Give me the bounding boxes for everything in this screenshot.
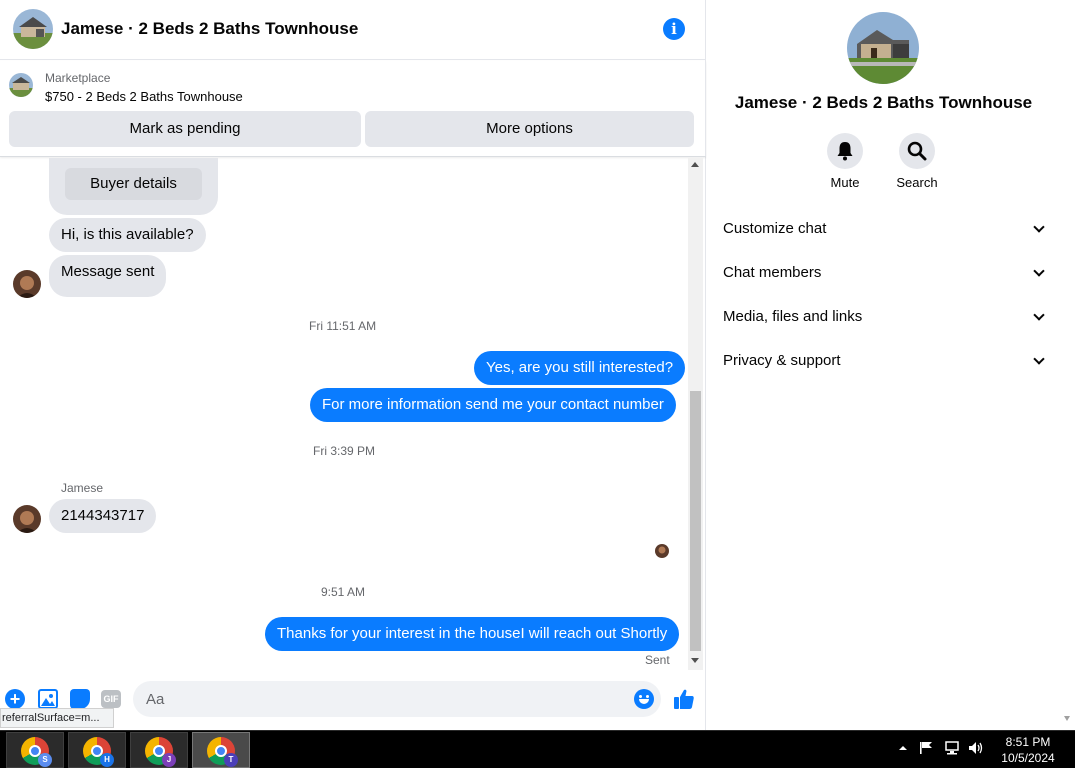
timestamp: 9:51 AM bbox=[321, 585, 366, 599]
section-chat-members[interactable]: Chat members bbox=[723, 264, 1045, 294]
search-action[interactable]: Search bbox=[887, 133, 947, 190]
message-list: Buyer details Hi, is this available? Mes… bbox=[0, 158, 688, 670]
message-input[interactable] bbox=[133, 681, 613, 717]
scroll-down-arrow-icon[interactable] bbox=[1064, 716, 1070, 721]
taskbar-chrome-window[interactable]: H bbox=[68, 732, 126, 768]
section-label: Privacy & support bbox=[723, 352, 841, 369]
taskbar: S H J T 8:51 PM 10/5/2024 bbox=[0, 730, 1075, 768]
clock-date: 10/5/2024 bbox=[1001, 751, 1055, 765]
url-status-tooltip: referralSurface=m... bbox=[0, 708, 114, 728]
show-hidden-icons-icon[interactable] bbox=[899, 741, 907, 756]
seen-indicator-avatar bbox=[655, 544, 669, 558]
profile-badge: J bbox=[162, 753, 176, 767]
section-media-files-links[interactable]: Media, files and links bbox=[723, 308, 1045, 338]
page-scrollbar[interactable] bbox=[1060, 0, 1075, 730]
message-bubble-outgoing: For more information send me your contac… bbox=[310, 388, 676, 422]
chevron-down-icon bbox=[1033, 265, 1045, 277]
message-scrollbar[interactable] bbox=[688, 158, 703, 670]
sent-status: Sent bbox=[645, 653, 670, 667]
section-customize-chat[interactable]: Customize chat bbox=[723, 220, 1045, 250]
message-bubble-outgoing: Yes, are you still interested? bbox=[474, 351, 686, 385]
chat-header: Jamese · 2 Beds 2 Baths Townhouse i bbox=[0, 0, 706, 60]
taskbar-chrome-window[interactable]: J bbox=[130, 732, 188, 768]
listing-thumbnail[interactable] bbox=[9, 73, 33, 97]
chrome-icon: H bbox=[83, 737, 114, 767]
system-clock[interactable]: 8:51 PM 10/5/2024 bbox=[995, 734, 1061, 766]
scroll-up-arrow-icon[interactable] bbox=[691, 162, 699, 167]
message-input-box[interactable] bbox=[133, 681, 661, 717]
gif-icon[interactable]: GIF bbox=[101, 690, 121, 708]
scroll-thumb[interactable] bbox=[690, 391, 701, 651]
timestamp: Fri 3:39 PM bbox=[313, 444, 376, 458]
message-bubble-incoming: Message sent bbox=[49, 255, 167, 297]
section-privacy-support[interactable]: Privacy & support bbox=[723, 352, 1045, 382]
mute-action[interactable]: Mute bbox=[815, 133, 875, 190]
photo-icon[interactable] bbox=[38, 689, 58, 709]
conversation-info-pane: Jamese · 2 Beds 2 Baths Townhouse Mute S… bbox=[707, 0, 1060, 730]
emoji-icon[interactable] bbox=[634, 689, 654, 709]
thumbs-up-icon[interactable] bbox=[673, 688, 695, 710]
listing-title[interactable]: $750 - 2 Beds 2 Baths Townhouse bbox=[45, 89, 243, 104]
timestamp: Fri 11:51 AM bbox=[309, 319, 377, 333]
chevron-down-icon bbox=[1033, 221, 1045, 233]
bell-icon[interactable] bbox=[827, 133, 863, 169]
plus-icon[interactable]: + bbox=[5, 689, 25, 709]
listing-profile-photo[interactable] bbox=[847, 12, 919, 84]
profile-badge: H bbox=[100, 753, 114, 767]
marketplace-bar: Marketplace $750 - 2 Beds 2 Baths Townho… bbox=[0, 61, 706, 157]
mute-label: Mute bbox=[830, 175, 860, 190]
section-label: Media, files and links bbox=[723, 308, 863, 325]
scroll-down-arrow-icon[interactable] bbox=[691, 658, 699, 663]
section-label: Chat members bbox=[723, 264, 822, 281]
volume-icon[interactable] bbox=[968, 741, 984, 758]
listing-avatar[interactable] bbox=[13, 9, 53, 49]
messenger-app: Jamese · 2 Beds 2 Baths Townhouse i Mark… bbox=[0, 0, 1075, 730]
message-bubble-outgoing: Thanks for your interest in the houseI w… bbox=[265, 617, 680, 651]
search-label: Search bbox=[896, 175, 938, 190]
buyer-details-button[interactable]: Buyer details bbox=[65, 168, 202, 200]
buyer-card: Buyer details bbox=[49, 158, 218, 215]
contact-avatar[interactable] bbox=[13, 270, 41, 298]
flag-icon[interactable] bbox=[919, 741, 933, 758]
mark-as-pending-button[interactable]: Mark as pending bbox=[9, 111, 361, 147]
sticker-icon[interactable] bbox=[70, 689, 90, 709]
info-icon[interactable]: i bbox=[663, 18, 685, 40]
chat-title[interactable]: Jamese · 2 Beds 2 Baths Townhouse bbox=[61, 19, 358, 39]
search-icon[interactable] bbox=[899, 133, 935, 169]
chevron-down-icon bbox=[1033, 309, 1045, 321]
network-icon[interactable] bbox=[944, 741, 960, 758]
taskbar-chrome-window[interactable]: S bbox=[6, 732, 64, 768]
message-bubble-incoming: 2144343717 bbox=[49, 499, 157, 533]
chat-pane: Jamese · 2 Beds 2 Baths Townhouse i Mark… bbox=[0, 0, 706, 730]
chrome-icon: T bbox=[207, 737, 238, 767]
clock-time: 8:51 PM bbox=[1005, 735, 1051, 749]
marketplace-label: Marketplace bbox=[45, 71, 111, 85]
chrome-icon: J bbox=[145, 737, 176, 767]
contact-avatar[interactable] bbox=[13, 505, 41, 533]
chevron-down-icon bbox=[1033, 353, 1045, 365]
section-label: Customize chat bbox=[723, 220, 827, 237]
pane-title: Jamese · 2 Beds 2 Baths Townhouse bbox=[734, 93, 1033, 112]
profile-badge: S bbox=[38, 753, 52, 767]
chrome-icon: S bbox=[21, 737, 52, 767]
taskbar-chrome-window-active[interactable]: T bbox=[192, 732, 250, 768]
sender-name: Jamese bbox=[61, 481, 104, 495]
profile-badge: T bbox=[224, 753, 238, 767]
message-bubble-incoming: Hi, is this available? bbox=[49, 218, 206, 252]
more-options-button[interactable]: More options bbox=[365, 111, 694, 147]
